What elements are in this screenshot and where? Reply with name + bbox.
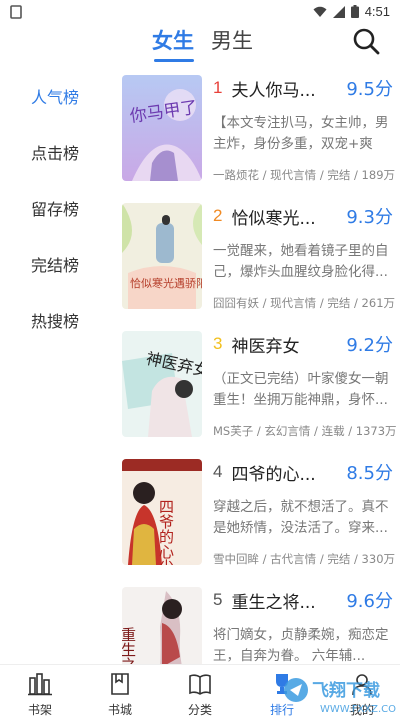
book-item[interactable]: 神医弃女 3 神医弃女 9.2分 （正文已完结）叶家傻女一朝重生！坐拥万能神鼎，… [122, 331, 397, 441]
book-cover[interactable]: 你马甲了 [122, 75, 202, 181]
signal-icon [332, 5, 345, 18]
book-item[interactable]: 四爷的心尖宠妃 4 四爷的心... 8.5分 穿越之后，就不想活了。真不是她矫情… [122, 459, 396, 569]
book-description: 穿越之后，就不想活了。真不是她矫情，没法活了。穿来... [213, 499, 389, 536]
book-score: 9.5分 [346, 79, 393, 100]
rank-number: 1 [213, 78, 223, 97]
sidebar-item-trending[interactable]: 热搜榜 [31, 308, 79, 332]
book-score: 9.6分 [346, 591, 393, 612]
rank-number: 3 [213, 334, 223, 353]
search-icon[interactable] [350, 26, 382, 58]
book-cover[interactable]: 四爷的心尖宠妃 [122, 459, 202, 565]
book-title: 重生之将... [231, 592, 316, 613]
nav-label: 书城 [107, 703, 132, 717]
top-bar: 女生 男生 [0, 26, 400, 68]
book-meta: 雪中回眸 / 古代言情 / 完结 / 330万 [213, 552, 396, 566]
book-title: 四爷的心... [231, 464, 316, 485]
rank-number: 4 [213, 462, 223, 481]
book-score: 9.3分 [346, 207, 393, 228]
nav-label: 分类 [187, 703, 212, 717]
nav-category[interactable]: 分类 [170, 665, 230, 719]
book-description: 将门嫡女，贞静柔婉，痴恋定王，自奔为眷。 六年辅... [213, 627, 389, 664]
tab-underline [154, 59, 194, 62]
sidebar-item-completed[interactable]: 完结榜 [31, 252, 79, 276]
status-time: 4:51 [364, 4, 390, 19]
book-item[interactable]: 恰似寒光遇骄阳 2 恰似寒光... 9.3分 一觉醒来，她看着镜子里的自己，爆炸… [122, 203, 396, 313]
sidebar-item-popular[interactable]: 人气榜 [31, 84, 79, 108]
book-description: 【本文专注扒马，女主帅，男主炸，身份多重，双宠+爽文... [213, 115, 389, 152]
wifi-icon [313, 6, 327, 17]
watermark-text: 飞翔下载 [312, 680, 380, 701]
tab-female[interactable]: 女生 [152, 26, 194, 62]
book-item[interactable]: 你马甲了 1 夫人你马... 9.5分 【本文专注扒马，女主帅，男主炸，身份多重… [122, 75, 396, 185]
status-bar: 4:51 [0, 0, 400, 26]
battery-icon [350, 5, 359, 18]
notification-icon [10, 5, 22, 19]
book-score: 8.5分 [346, 463, 393, 484]
book-title: 神医弃女 [231, 336, 300, 357]
nav-bookshelf[interactable]: 书架 [10, 665, 70, 719]
nav-label: 书架 [27, 703, 52, 717]
category-icon [189, 674, 211, 695]
cover-title: 四爷的心尖宠妃 [157, 499, 175, 565]
book-score: 9.2分 [346, 335, 393, 356]
nav-bookstore[interactable]: 书城 [90, 665, 150, 719]
book-cover[interactable]: 神医弃女 [122, 331, 202, 437]
tab-male[interactable]: 男生 [211, 26, 253, 62]
watermark-logo: 飞翔下载 WWW.FXXZ.COM [284, 678, 396, 715]
book-meta: 一路烦花 / 现代言情 / 完结 / 189万 [213, 168, 396, 182]
book-meta: MS芙子 / 玄幻言情 / 连载 / 1373万 [213, 424, 397, 438]
book-description: （正文已完结）叶家傻女一朝重生！坐拥万能神鼎，身怀... [213, 371, 389, 408]
status-right: 4:51 [313, 4, 390, 19]
bookstore-icon [111, 673, 129, 695]
sidebar-item-clicks[interactable]: 点击榜 [31, 140, 79, 164]
book-title: 恰似寒光... [231, 208, 316, 229]
book-cover[interactable]: 恰似寒光遇骄阳 [122, 203, 202, 309]
sidebar-item-retention[interactable]: 留存榜 [31, 196, 79, 220]
book-description: 一觉醒来，她看着镜子里的自己，爆炸头血腥纹身脸化得... [213, 243, 389, 280]
book-meta: 囧囧有妖 / 现代言情 / 完结 / 261万 [213, 296, 396, 310]
rank-number: 5 [213, 590, 223, 609]
watermark-sub: WWW.FXXZ.COM [320, 704, 396, 715]
cover-title: 恰似寒光遇骄阳 [130, 276, 202, 290]
rank-number: 2 [213, 206, 223, 225]
book-title: 夫人你马... [231, 80, 316, 101]
bookshelf-icon [28, 673, 52, 696]
